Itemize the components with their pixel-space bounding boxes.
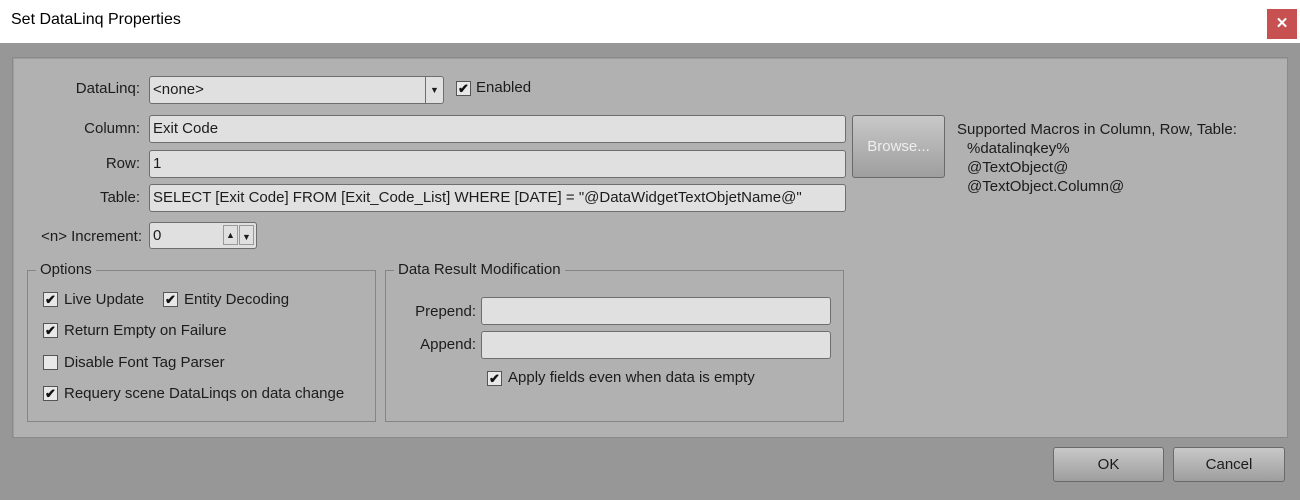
entity-decoding-checkbox[interactable]: ✔ xyxy=(163,292,178,307)
prepend-label: Prepend: xyxy=(415,303,476,320)
table-label: Table: xyxy=(99,189,140,206)
datalinq-label: DataLinq: xyxy=(75,80,140,97)
cancel-button[interactable]: Cancel xyxy=(1173,447,1285,482)
disable-font-tag-label: Disable Font Tag Parser xyxy=(64,354,225,371)
prepend-input[interactable] xyxy=(481,297,831,325)
title-bar xyxy=(0,0,1300,43)
close-icon[interactable]: ✕ xyxy=(1267,9,1297,39)
disable-font-tag-checkbox[interactable] xyxy=(43,355,58,370)
browse-button[interactable]: Browse... xyxy=(852,115,945,178)
increment-label: <n> Increment: xyxy=(41,228,142,245)
live-update-checkbox[interactable]: ✔ xyxy=(43,292,58,307)
live-update-label: Live Update xyxy=(64,291,145,308)
apply-fields-label: Apply fields even when data is empty xyxy=(508,369,755,386)
requery-checkbox[interactable]: ✔ xyxy=(43,386,58,401)
row-label: Row: xyxy=(105,155,140,172)
spin-up-icon[interactable]: ▲ xyxy=(223,225,238,245)
chevron-down-icon[interactable]: ▼ xyxy=(425,77,443,103)
requery-label: Requery scene DataLinqs on data change xyxy=(64,385,345,402)
table-input[interactable]: SELECT [Exit Code] FROM [Exit_Code_List]… xyxy=(149,184,846,212)
entity-decoding-label: Entity Decoding xyxy=(184,291,290,308)
return-empty-checkbox[interactable]: ✔ xyxy=(43,323,58,338)
row-input[interactable]: 1 xyxy=(149,150,846,178)
increment-spinner[interactable]: 0 ▲ ▼ xyxy=(149,222,257,249)
result-modification-legend: Data Result Modification xyxy=(394,261,565,278)
macros-info: Supported Macros in Column, Row, Table: … xyxy=(957,120,1237,196)
enabled-checkbox[interactable]: ✔ xyxy=(456,81,471,96)
spin-down-icon[interactable]: ▼ xyxy=(239,225,254,245)
column-label: Column: xyxy=(84,120,140,137)
macro-item: %datalinqkey% xyxy=(967,140,1070,157)
increment-value: 0 xyxy=(153,227,162,244)
column-input[interactable]: Exit Code xyxy=(149,115,846,143)
append-input[interactable] xyxy=(481,331,831,359)
macro-item: @TextObject.Column@ xyxy=(967,178,1125,195)
return-empty-label: Return Empty on Failure xyxy=(64,322,227,339)
options-legend: Options xyxy=(36,261,96,278)
append-label: Append: xyxy=(420,336,476,353)
ok-button[interactable]: OK xyxy=(1053,447,1164,482)
enabled-label: Enabled xyxy=(476,79,532,96)
datalinq-dropdown[interactable]: <none> ▼ xyxy=(149,76,444,104)
datalinq-value: <none> xyxy=(153,81,204,98)
macro-item: @TextObject@ xyxy=(967,159,1069,176)
macros-heading: Supported Macros in Column, Row, Table: xyxy=(957,121,1237,138)
window-title: Set DataLinq Properties xyxy=(11,11,181,28)
apply-fields-checkbox[interactable]: ✔ xyxy=(487,371,502,386)
